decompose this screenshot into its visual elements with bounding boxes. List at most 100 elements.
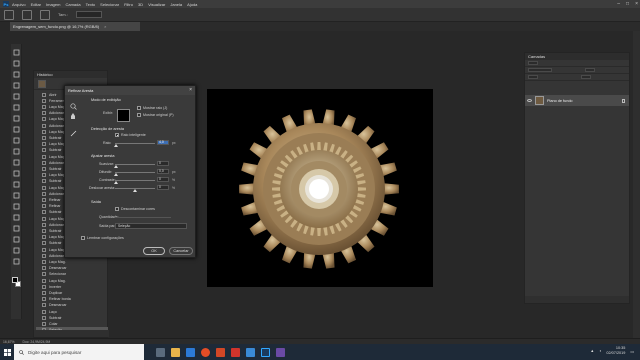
view-mode-heading: Modo de exibição <box>91 98 121 102</box>
edge-icon[interactable] <box>186 347 195 357</box>
file-explorer-icon[interactable] <box>171 347 180 357</box>
smooth-slider[interactable] <box>115 164 155 165</box>
brush-tool-icon[interactable] <box>13 126 20 133</box>
clock[interactable]: 10:35 02/07/2019 <box>606 346 625 356</box>
dialog-close-icon[interactable]: × <box>189 87 192 93</box>
path-select-tool-icon[interactable] <box>13 225 20 232</box>
layers-panel-header[interactable]: Camadas <box>525 53 629 60</box>
gradient-tool-icon[interactable] <box>13 170 20 177</box>
blend-mode-select[interactable] <box>528 68 552 72</box>
quick-select-tool-icon[interactable] <box>13 82 20 89</box>
taskbar-search[interactable]: Digite aqui para pesquisar <box>14 344 144 360</box>
decontaminate-label: Descontaminar cores <box>121 207 155 211</box>
zoom-tool-icon[interactable] <box>13 258 20 265</box>
menu-file[interactable]: Arquivo <box>12 2 26 7</box>
network-icon[interactable]: ▲ <box>590 349 594 353</box>
premiere-icon[interactable] <box>276 347 285 357</box>
task-view-icon[interactable] <box>156 347 165 357</box>
maximize-icon[interactable]: □ <box>626 1 629 7</box>
minimize-icon[interactable]: – <box>617 1 620 7</box>
volume-icon[interactable]: ◖ <box>599 349 601 353</box>
radius-field[interactable]: 4,0 <box>157 140 169 145</box>
feather-field[interactable]: 0,0 <box>157 169 169 174</box>
clone-tool-icon[interactable] <box>13 137 20 144</box>
photoshop-logo-icon[interactable]: Ps <box>3 1 9 7</box>
ok-button[interactable]: OK <box>143 247 165 255</box>
chrome-icon[interactable] <box>201 347 210 357</box>
history-panel-header[interactable]: Histórico <box>34 71 107 78</box>
document-tab[interactable]: Engrenagem_sem_fundo.png @ 16,7% (RGB/8)… <box>10 22 140 31</box>
lasso-tool-icon[interactable] <box>13 71 20 78</box>
decontaminate-checkbox[interactable] <box>115 207 119 211</box>
type-tool-icon[interactable] <box>13 214 20 221</box>
feather-slider[interactable] <box>115 172 155 173</box>
blur-tool-icon[interactable] <box>13 181 20 188</box>
dialog-titlebar[interactable]: Refinar Aresta × <box>65 86 195 95</box>
document-canvas[interactable] <box>207 89 433 287</box>
options-bar: Tam.: <box>0 8 640 22</box>
remember-settings-checkbox[interactable] <box>81 236 85 240</box>
contrast-slider-knob[interactable] <box>114 181 118 184</box>
visibility-eye-icon[interactable] <box>527 99 532 102</box>
marquee-tool-icon[interactable] <box>13 60 20 67</box>
menu-layer[interactable]: Camada <box>65 2 80 7</box>
photoshop-taskbar-icon[interactable] <box>261 347 270 357</box>
menu-type[interactable]: Texto <box>86 2 96 7</box>
menu-window[interactable]: Janela <box>170 2 182 7</box>
shift-edge-slider-knob[interactable] <box>133 189 137 192</box>
new-selection-icon[interactable] <box>22 9 32 20</box>
layer-row-background[interactable]: Plano de fundo <box>525 95 629 106</box>
output-to-select[interactable]: Seleção <box>115 223 187 229</box>
smart-radius-checkbox[interactable] <box>115 133 119 137</box>
windows-start-icon[interactable] <box>0 344 14 360</box>
notifications-icon[interactable]: ▭ <box>630 349 634 354</box>
pen-tool-icon[interactable] <box>13 203 20 210</box>
contrast-slider[interactable] <box>115 180 155 181</box>
crop-tool-icon[interactable] <box>13 93 20 100</box>
add-selection-icon[interactable] <box>40 9 50 20</box>
layer-kind-filter[interactable] <box>528 61 538 65</box>
history-step-icon <box>42 92 46 97</box>
shift-edge-field[interactable]: 0 <box>157 185 169 190</box>
radius-slider[interactable] <box>115 143 155 144</box>
mail-icon[interactable] <box>246 347 255 357</box>
powerpoint-icon[interactable] <box>216 347 225 357</box>
menu-select[interactable]: Selecionar <box>100 2 119 7</box>
recorder-icon[interactable] <box>231 347 240 357</box>
menu-filter[interactable]: Filtro <box>124 2 133 7</box>
eraser-tool-icon[interactable] <box>13 159 20 166</box>
menu-help[interactable]: Ajuda <box>187 2 197 7</box>
dodge-tool-icon[interactable] <box>13 192 20 199</box>
move-tool-icon[interactable] <box>13 49 20 56</box>
hand-tool-icon[interactable] <box>13 247 20 254</box>
menu-edit[interactable]: Editar <box>31 2 41 7</box>
contrast-field[interactable]: 0 <box>157 177 169 182</box>
menu-view[interactable]: Visualizar <box>148 2 165 7</box>
lock-controls[interactable] <box>528 75 538 79</box>
close-tab-icon[interactable]: × <box>104 24 106 29</box>
smooth-field[interactable]: 0 <box>157 161 169 166</box>
feather-slider-knob[interactable] <box>114 173 118 176</box>
hand-tool-icon[interactable] <box>71 113 75 119</box>
shape-tool-icon[interactable] <box>13 236 20 243</box>
radius-slider-knob[interactable] <box>114 144 118 147</box>
lasso-tool-preset-icon[interactable] <box>4 9 14 20</box>
close-window-icon[interactable]: × <box>635 1 638 7</box>
smooth-slider-knob[interactable] <box>114 165 118 168</box>
menu-3d[interactable]: 3D <box>138 2 143 7</box>
foreground-color-swatch[interactable] <box>12 277 18 283</box>
cancel-button[interactable]: Cancelar <box>169 247 193 255</box>
healing-tool-icon[interactable] <box>13 115 20 122</box>
show-original-checkbox[interactable] <box>137 113 141 117</box>
size-field[interactable] <box>75 11 102 18</box>
eyedropper-tool-icon[interactable] <box>13 104 20 111</box>
opacity-field[interactable] <box>585 68 595 72</box>
refine-radius-brush-icon[interactable] <box>70 130 77 137</box>
fill-field[interactable] <box>581 75 591 79</box>
amount-slider[interactable] <box>115 217 171 218</box>
menu-image[interactable]: Imagem <box>46 2 60 7</box>
history-brush-tool-icon[interactable] <box>13 148 20 155</box>
zoom-level[interactable]: 16,67% <box>3 340 15 344</box>
show-radius-checkbox[interactable] <box>137 106 141 110</box>
view-mode-thumbnail[interactable] <box>117 109 130 122</box>
